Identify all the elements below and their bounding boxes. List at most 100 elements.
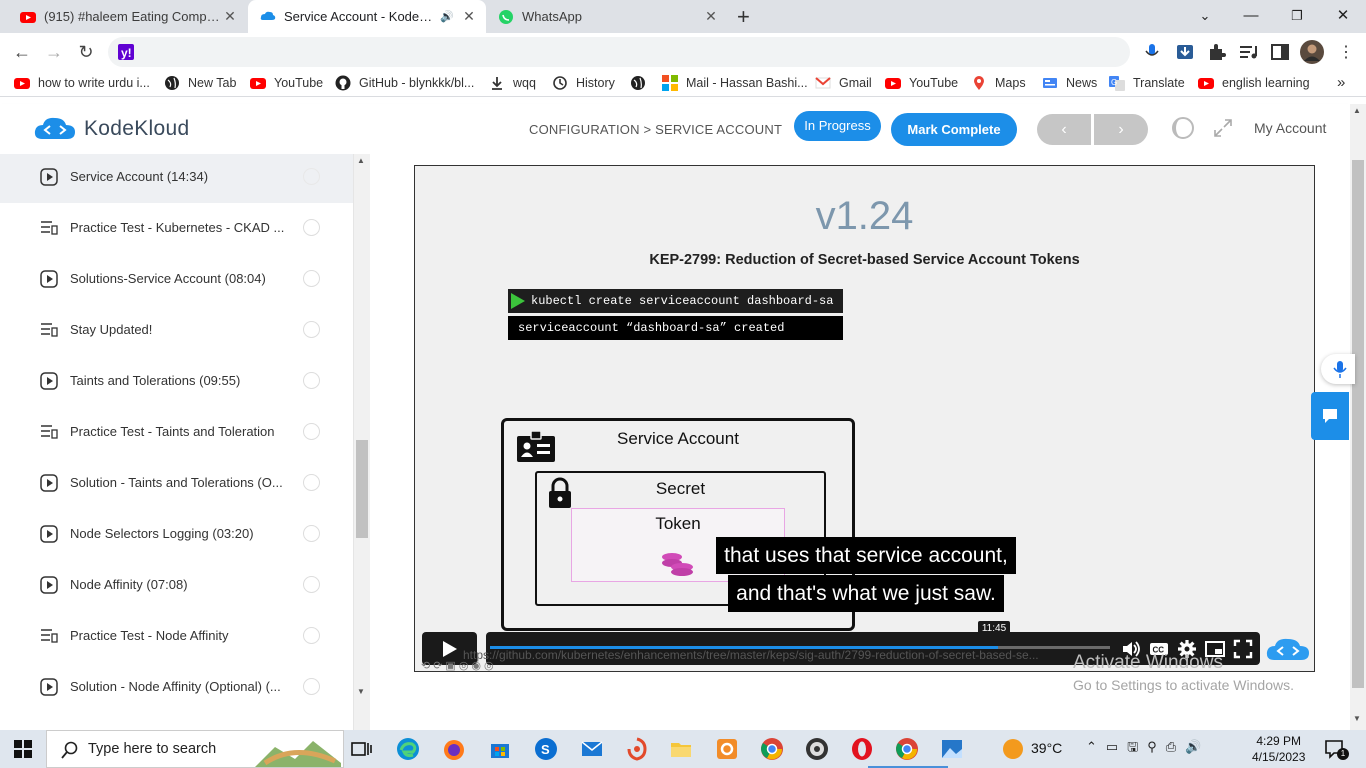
bookmark-item[interactable]: Mail - Hassan Bashi... xyxy=(662,75,808,91)
kodekloud-logo-icon[interactable] xyxy=(34,115,76,143)
more-bookmarks-button[interactable]: » xyxy=(1337,74,1345,91)
sidebar-item[interactable]: Service Account (14:34) xyxy=(0,154,353,203)
taskbar-search-input[interactable]: Type here to search xyxy=(46,730,344,768)
tab-search-chevron-icon[interactable]: ⌄ xyxy=(1182,0,1228,33)
close-tab-icon[interactable]: ✕ xyxy=(460,8,478,25)
bookmark-item[interactable]: english learning xyxy=(1198,75,1310,91)
sidebar-item[interactable]: Solutions-Service Account (08:04) xyxy=(0,254,353,305)
close-tab-icon[interactable]: ✕ xyxy=(702,8,720,25)
next-lesson-button[interactable]: › xyxy=(1094,114,1148,145)
page-scroll-thumb[interactable] xyxy=(1352,160,1364,688)
bookmarks-bar: how to write urdu i... New Tab YouTube G… xyxy=(0,71,1366,97)
my-account-link[interactable]: My Account xyxy=(1254,120,1326,136)
sidebar-item[interactable]: Practice Test - Kubernetes - CKAD ... xyxy=(0,203,353,254)
profile-avatar[interactable] xyxy=(1300,40,1324,64)
microphone-icon[interactable] xyxy=(1142,42,1162,62)
obs-icon[interactable] xyxy=(805,737,829,761)
page-scrollbar[interactable]: ▲ ▼ xyxy=(1350,104,1366,730)
scroll-down-arrow-icon[interactable]: ▼ xyxy=(1353,714,1361,723)
maximize-button[interactable]: ❐ xyxy=(1274,0,1320,33)
bookmark-item[interactable] xyxy=(630,75,654,91)
previous-lesson-button[interactable]: ‹ xyxy=(1037,114,1091,145)
chat-support-button[interactable] xyxy=(1311,392,1349,440)
terminal-output: serviceaccount “dashboard-sa” created xyxy=(508,316,843,340)
close-tab-icon[interactable]: ✕ xyxy=(221,8,239,25)
completion-circle-icon xyxy=(303,270,320,287)
download-extension-icon[interactable] xyxy=(1175,42,1195,62)
svg-text:S: S xyxy=(541,742,550,757)
speaker-icon[interactable]: 🔊 xyxy=(440,10,454,23)
mail-icon[interactable] xyxy=(580,737,604,761)
settings-app-icon[interactable] xyxy=(715,737,739,761)
kodekloud-icon xyxy=(260,11,276,20)
chrome-icon[interactable] xyxy=(760,737,784,761)
sidebar-item[interactable]: Solution - Node Affinity (Optional) (... xyxy=(0,662,353,713)
file-explorer-icon[interactable] xyxy=(669,737,693,761)
side-panel-icon[interactable] xyxy=(1270,42,1290,62)
firefox-icon[interactable] xyxy=(442,737,466,761)
media-control-icon[interactable] xyxy=(1238,42,1258,62)
bookmark-item[interactable]: History xyxy=(552,75,615,91)
tab-whatsapp[interactable]: WhatsApp ✕ xyxy=(488,0,728,33)
sidebar-item-label: Solution - Node Affinity (Optional) (... xyxy=(70,679,281,694)
play-circle-icon xyxy=(40,474,58,492)
puzzle-extensions-icon[interactable] xyxy=(1207,42,1227,62)
reload-button[interactable]: ↻ xyxy=(73,39,99,65)
bookmark-item[interactable]: how to write urdu i... xyxy=(14,75,150,91)
windows-start-icon[interactable] xyxy=(14,740,32,758)
sidebar-item[interactable]: Practice Test - Taints and Toleration xyxy=(0,407,353,458)
bookmark-item[interactable]: News xyxy=(1042,75,1097,91)
edge-icon[interactable] xyxy=(396,737,420,761)
minimize-button[interactable]: — xyxy=(1228,0,1274,33)
bookmark-item[interactable]: Gmail xyxy=(815,75,872,91)
completion-circle-icon xyxy=(303,168,320,185)
sidebar-scrollbar[interactable]: ▲ ▼ xyxy=(354,154,370,730)
new-tab-button[interactable]: + xyxy=(737,4,750,30)
weather-sun-icon[interactable] xyxy=(1002,738,1024,760)
forward-button[interactable]: → xyxy=(41,39,67,65)
system-tray-icons[interactable]: ⌃▭🖫⚲⎙🔊 xyxy=(1086,738,1210,760)
task-view-icon[interactable] xyxy=(349,737,373,761)
address-bar[interactable]: y! xyxy=(108,37,1130,67)
back-button[interactable]: ← xyxy=(9,39,35,65)
photos-icon[interactable] xyxy=(940,737,964,761)
scroll-down-arrow-icon[interactable]: ▼ xyxy=(357,687,365,696)
system-clock[interactable]: 4:29 PM 4/15/2023 xyxy=(1252,733,1305,765)
sidebar-item[interactable]: Node Affinity (07:08) xyxy=(0,560,353,611)
bookmark-item[interactable]: YouTube xyxy=(885,75,958,91)
completion-circle-icon xyxy=(303,423,320,440)
terminal-command: kubectl create serviceaccount dashboard-… xyxy=(531,294,834,308)
chrome-active-icon[interactable] xyxy=(895,737,919,761)
opera-icon[interactable] xyxy=(850,737,874,761)
bookmark-item[interactable]: New Tab xyxy=(164,75,236,91)
bookmark-item[interactable]: wqq xyxy=(489,75,536,91)
dark-mode-icon[interactable] xyxy=(1171,116,1195,140)
gitkraken-icon[interactable] xyxy=(625,737,649,761)
tab-youtube[interactable]: (915) #haleem Eating Competitio ✕ xyxy=(0,0,247,33)
fullscreen-icon[interactable] xyxy=(1213,118,1233,138)
scroll-up-arrow-icon[interactable]: ▲ xyxy=(1353,106,1361,115)
video-player[interactable]: v1.24 KEP-2799: Reduction of Secret-base… xyxy=(414,165,1315,672)
sidebar-item[interactable]: Stay Updated! xyxy=(0,305,353,356)
voice-input-button[interactable] xyxy=(1321,354,1355,384)
sidebar-item[interactable]: Practice Test - Node Affinity xyxy=(0,611,353,662)
skype-icon[interactable]: S xyxy=(534,737,558,761)
mark-complete-button[interactable]: Mark Complete xyxy=(891,113,1017,146)
close-window-button[interactable]: ✕ xyxy=(1320,0,1366,33)
sidebar-item[interactable]: Solution - Taints and Tolerations (O... xyxy=(0,458,353,509)
scroll-up-arrow-icon[interactable]: ▲ xyxy=(357,156,365,165)
bookmark-item[interactable]: Maps xyxy=(971,75,1026,91)
brand-name[interactable]: KodeKloud xyxy=(84,117,189,141)
bookmark-item[interactable]: GitHub - blynkkk/bl... xyxy=(335,75,474,91)
fullscreen-video-icon[interactable] xyxy=(1233,639,1253,659)
tab-kodekloud[interactable]: Service Account - KodeKloud 🔊 ✕ xyxy=(248,0,486,33)
status-badge[interactable]: In Progress xyxy=(794,111,881,141)
sidebar-item[interactable]: Taints and Tolerations (09:55) xyxy=(0,356,353,407)
sidebar-item[interactable]: Node Selectors Logging (03:20) xyxy=(0,509,353,560)
microsoft-store-icon[interactable] xyxy=(488,737,512,761)
bookmark-item[interactable]: G Translate xyxy=(1109,75,1185,91)
kebab-menu-icon[interactable]: ⋮ xyxy=(1338,42,1354,62)
weather-temperature[interactable]: 39°C xyxy=(1031,740,1062,756)
bookmark-item[interactable]: YouTube xyxy=(250,75,323,91)
sidebar-scroll-thumb[interactable] xyxy=(356,440,368,538)
